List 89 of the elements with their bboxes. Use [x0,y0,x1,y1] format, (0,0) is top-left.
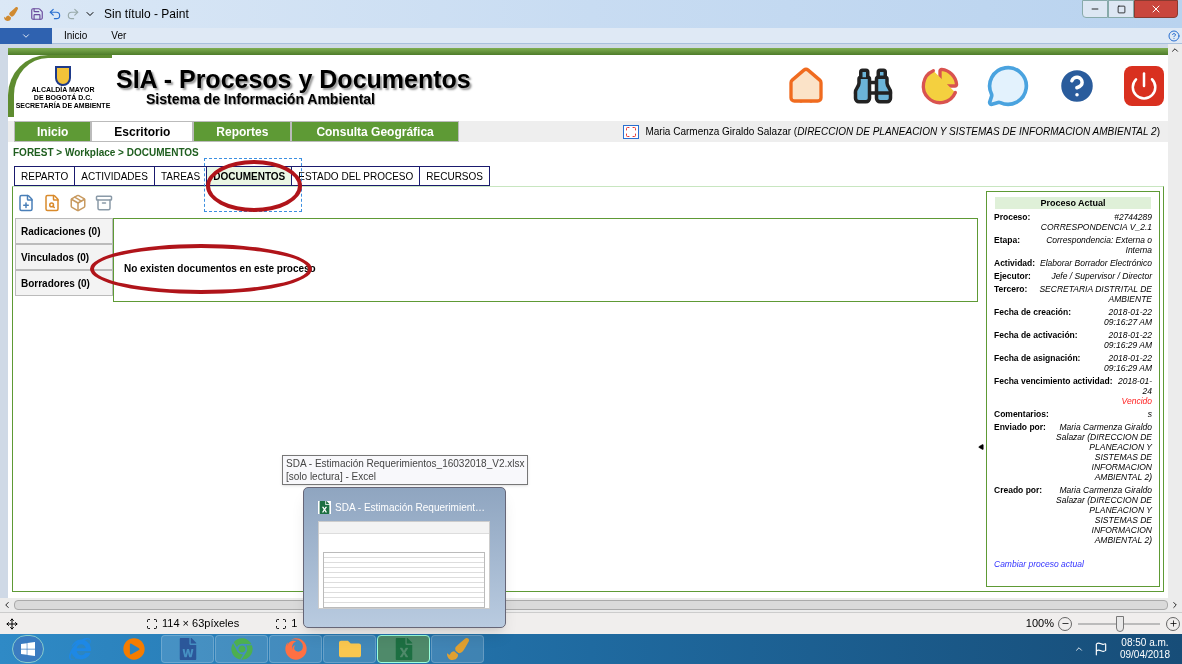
ribbon-tab[interactable]: Ver [99,28,139,43]
image-size-icon [275,617,288,630]
field-value: Elaborar Borrador Electrónico [1039,258,1152,268]
selection-size-icon [146,617,158,630]
move-cursor-icon [6,617,18,630]
browser-icon [68,638,91,660]
zoom-level: 100% [1025,616,1054,632]
restore-button[interactable] [1108,0,1134,18]
preview-title: SDA - Estimación Requerimient… [335,501,486,515]
field-label: Fecha de activación: [994,330,1078,342]
vertical-scrollbar[interactable] [1168,44,1182,598]
field-label: Creado por: [994,485,1043,497]
save-icon[interactable] [30,7,44,21]
undo-icon[interactable] [48,7,62,21]
clock[interactable]: 08:50 a.m. 09/04/2018 [1119,637,1170,661]
tooltip-text: SDA - Estimación Requerimientos_16032018_V2.xlsx [286,457,524,470]
nav-tab[interactable]: Escritorio [91,121,194,142]
document-list-tab[interactable]: Radicaciones (0) [15,218,113,244]
scroll-right-icon[interactable] [1170,600,1180,610]
tooltip-text: [solo lectura] - Excel [286,470,378,483]
archive-icon[interactable] [95,194,113,212]
window-title: Sin título - Paint [104,6,189,23]
field-value: Maria Carmenza Giraldo Salazar (DIRECCION DE PLANEACION Y SISTEMAS DE INFORMACION AMBIENTAL 2) [1055,485,1152,545]
field-label: Ejecutor: [994,271,1031,281]
field-label: Etapa: [994,235,1020,247]
field-label: Enviado por: [994,422,1046,434]
sub-tab[interactable]: ACTIVIDADES [74,166,155,186]
home-icon[interactable] [786,66,826,106]
tray-expand-icon[interactable] [1073,644,1084,654]
field-value: s [1146,409,1152,419]
taskbar-app-button[interactable] [377,635,430,663]
report-chart-icon[interactable] [920,66,960,106]
field-label: Fecha de creación: [994,307,1071,319]
app-title: SIA - Procesos y Documentos [116,65,471,92]
field-label: Proceso: [994,212,1031,224]
coat-of-arms-icon [55,65,71,86]
field-label: Tercero: [994,284,1028,296]
help-icon[interactable] [1168,29,1180,42]
package-icon[interactable] [69,194,87,212]
sub-tab[interactable]: TAREAS [153,166,208,186]
breadcrumb: FOREST > Workplace > DOCUMENTOS [13,146,199,160]
selection-size: 114 × 63píxeles [162,616,240,632]
power-icon[interactable] [1124,66,1164,106]
speech-bubble-icon[interactable] [986,64,1030,108]
field-value: 2018-01-22 09:16:29 AM [1103,353,1152,373]
paint-app-icon[interactable] [4,7,18,21]
close-button[interactable] [1134,0,1178,18]
expand-icon[interactable] [623,124,640,139]
close-icon [1150,3,1162,15]
scroll-up-icon[interactable] [1170,45,1180,55]
media-player-icon [122,638,145,660]
field-label: Actividad: [994,258,1036,268]
field-value: Correspondencia: Externa o Interna [1045,235,1152,255]
document-list-tab[interactable]: Vinculados (0) [15,244,113,270]
ribbon-tab[interactable]: Inicio [52,28,100,43]
collapse-arrow-icon[interactable] [978,443,984,450]
document-search-icon[interactable] [43,194,61,212]
chrome-icon [230,638,253,660]
zoom-slider-thumb[interactable] [1116,615,1125,632]
scroll-left-icon[interactable] [2,600,12,610]
field-value: 2018-01-22 09:16:29 AM [1103,330,1152,350]
sub-tab[interactable]: ESTADO DEL PROCESO [291,166,421,186]
minimize-button[interactable] [1082,0,1108,18]
user-info: Maria Carmenza Giraldo Salazar (DIRECCION DE PLANEACION Y SISTEMAS DE INFORMACION AMBIENTAL 2) [645,125,1160,139]
field-value: 2018-01-22 09:16:27 AM [1103,307,1152,327]
start-button[interactable] [12,635,44,663]
field-value: Jefe / Supervisor / Director [1050,271,1152,281]
field-label: Fecha vencimiento actividad: [994,376,1113,388]
field-label: Fecha de asignación: [994,353,1081,365]
action-center-flag-icon[interactable] [1093,642,1108,656]
plus-icon [1168,619,1178,628]
windows-logo-icon [20,641,36,657]
restore-icon [1116,4,1126,14]
sub-tab[interactable]: RECURSOS [419,166,490,186]
field-label: Comentarios: [994,409,1049,419]
field-value: #2744289 CORRESPONDENCIA V_2.1 [1039,212,1152,232]
folder-icon [338,638,361,660]
sub-tab[interactable]: REPARTO [14,166,76,186]
firefox-icon [284,638,307,660]
sub-tab[interactable]: DOCUMENTOS [206,166,293,186]
change-process-link[interactable]: Cambiar proceso actual [994,558,1152,571]
image-size: 1 [291,616,298,632]
panel-title: Proceso Actual [995,197,1151,209]
spreadsheet-icon [318,501,331,514]
new-document-icon[interactable] [17,194,35,212]
field-value: SECRETARIA DISTRITAL DE AMBIENTE [1038,284,1152,304]
field-value: 2018-01-24 Vencido [1116,376,1152,406]
field-value: Maria Carmenza Giraldo Salazar (DIRECCION DE PLANEACION Y SISTEMAS DE INFORMACION AMBIENTAL 2) [1055,422,1152,482]
document-list-tab[interactable]: Borradores (0) [15,270,113,296]
